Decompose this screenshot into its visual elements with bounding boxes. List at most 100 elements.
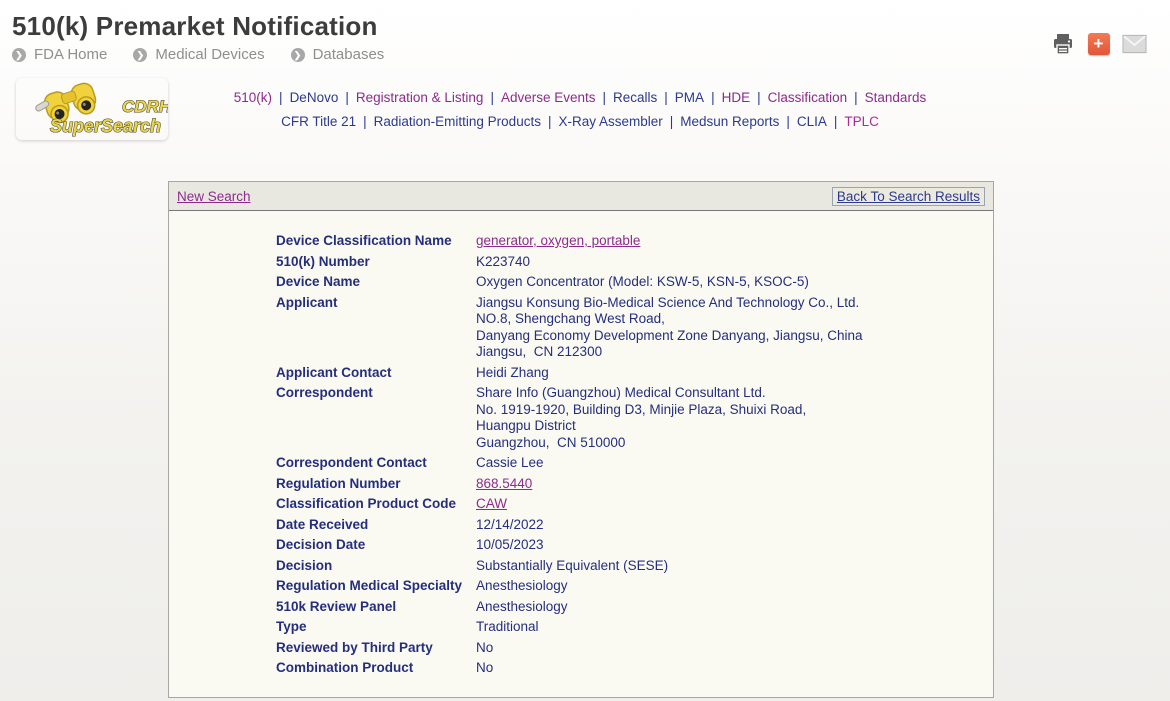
field-value-line: Share Info (Guangzhou) Medical Consultan… bbox=[476, 385, 862, 402]
field-label: Device Classification Name bbox=[276, 231, 476, 252]
nav-link[interactable]: Registration & Listing bbox=[356, 90, 484, 105]
field-label: Correspondent bbox=[276, 383, 476, 453]
nav-separator: | bbox=[847, 90, 865, 105]
nav-link[interactable]: HDE bbox=[722, 90, 751, 105]
breadcrumb-label: Medical Devices bbox=[155, 46, 264, 63]
email-icon[interactable] bbox=[1122, 31, 1147, 56]
nav-link[interactable]: Standards bbox=[865, 90, 927, 105]
field-value-line: Danyang Economy Development Zone Danyang… bbox=[476, 328, 862, 345]
page-title: 510(k) Premarket Notification bbox=[12, 11, 378, 42]
field-value: 10/05/2023 bbox=[476, 535, 862, 556]
nav-link[interactable]: Medsun Reports bbox=[680, 114, 779, 129]
new-search-link[interactable]: New Search bbox=[177, 189, 251, 204]
chevron-circle-icon: ❯ bbox=[12, 48, 26, 62]
field-label: Decision Date bbox=[276, 535, 476, 556]
nav-separator: | bbox=[663, 114, 681, 129]
table-row: Classification Product CodeCAW bbox=[276, 494, 862, 515]
table-row: Reviewed by Third PartyNo bbox=[276, 638, 862, 659]
logo-text-cdrh: CDRH bbox=[122, 97, 168, 116]
table-row: 510(k) NumberK223740 bbox=[276, 252, 862, 273]
nav-link[interactable]: PMA bbox=[675, 90, 704, 105]
print-icon[interactable] bbox=[1050, 31, 1075, 56]
field-value-line: Jiangsu, CN 212300 bbox=[476, 344, 862, 361]
table-row: Regulation Medical SpecialtyAnesthesiolo… bbox=[276, 576, 862, 597]
table-row: Regulation Number868.5440 bbox=[276, 474, 862, 495]
field-value: Jiangsu Konsung Bio-Medical Science And … bbox=[476, 293, 862, 363]
nav-link[interactable]: Recalls bbox=[613, 90, 657, 105]
back-to-search-results-link[interactable]: Back To Search Results bbox=[832, 187, 985, 206]
field-value-line: No. 1919-1920, Building D3, Minjie Plaza… bbox=[476, 402, 862, 419]
field-label: Regulation Medical Specialty bbox=[276, 576, 476, 597]
field-label: 510k Review Panel bbox=[276, 597, 476, 618]
table-row: TypeTraditional bbox=[276, 617, 862, 638]
nav-separator: | bbox=[657, 90, 675, 105]
field-value-link[interactable]: generator, oxygen, portable bbox=[476, 233, 640, 248]
field-value-line: Huangpu District bbox=[476, 418, 862, 435]
nav-link[interactable]: CFR Title 21 bbox=[281, 114, 356, 129]
breadcrumb: ❯ FDA Home ❯ Medical Devices ❯ Databases bbox=[12, 46, 384, 63]
nav-link[interactable]: X-Ray Assembler bbox=[558, 114, 662, 129]
result-toolbar: New Search Back To Search Results bbox=[169, 182, 993, 211]
field-value: K223740 bbox=[476, 252, 862, 273]
breadcrumb-label: Databases bbox=[313, 46, 385, 63]
field-value: Substantially Equivalent (SESE) bbox=[476, 556, 862, 577]
table-row: 510k Review PanelAnesthesiology bbox=[276, 597, 862, 618]
field-value: generator, oxygen, portable bbox=[476, 231, 862, 252]
field-label: Reviewed by Third Party bbox=[276, 638, 476, 659]
field-label: Classification Product Code bbox=[276, 494, 476, 515]
nav-separator: | bbox=[338, 90, 356, 105]
nav-separator: | bbox=[272, 90, 290, 105]
field-label: Regulation Number bbox=[276, 474, 476, 495]
table-row: DecisionSubstantially Equivalent (SESE) bbox=[276, 556, 862, 577]
field-value-link[interactable]: 868.5440 bbox=[476, 476, 532, 491]
nav-row-1: 510(k)|DeNovo|Registration & Listing|Adv… bbox=[180, 86, 980, 110]
table-row: Decision Date10/05/2023 bbox=[276, 535, 862, 556]
device-detail-table: Device Classification Namegenerator, oxy… bbox=[276, 231, 862, 679]
nav-link[interactable]: DeNovo bbox=[290, 90, 339, 105]
field-label: Type bbox=[276, 617, 476, 638]
breadcrumb-item[interactable]: ❯ Medical Devices bbox=[133, 46, 264, 63]
table-row: Correspondent ContactCassie Lee bbox=[276, 453, 862, 474]
plus-icon: + bbox=[1088, 33, 1110, 55]
nav-separator: | bbox=[356, 114, 374, 129]
table-row: Combination ProductNo bbox=[276, 658, 862, 679]
table-row: ApplicantJiangsu Konsung Bio-Medical Sci… bbox=[276, 293, 862, 363]
database-nav: 510(k)|DeNovo|Registration & Listing|Adv… bbox=[180, 86, 980, 134]
field-value: Traditional bbox=[476, 617, 862, 638]
nav-separator: | bbox=[750, 90, 768, 105]
field-value: 868.5440 bbox=[476, 474, 862, 495]
field-value: Heidi Zhang bbox=[476, 363, 862, 384]
nav-separator: | bbox=[704, 90, 722, 105]
field-label: Combination Product bbox=[276, 658, 476, 679]
table-row: Applicant ContactHeidi Zhang bbox=[276, 363, 862, 384]
nav-link[interactable]: Classification bbox=[768, 90, 848, 105]
field-value: Anesthesiology bbox=[476, 576, 862, 597]
nav-separator: | bbox=[483, 90, 501, 105]
cdrh-supersearch-logo[interactable]: CDRH SuperSearch bbox=[16, 78, 168, 140]
share-addthis-icon[interactable]: + bbox=[1086, 31, 1111, 56]
table-row: Device Classification Namegenerator, oxy… bbox=[276, 231, 862, 252]
nav-link[interactable]: CLIA bbox=[797, 114, 827, 129]
field-label: Device Name bbox=[276, 272, 476, 293]
nav-separator: | bbox=[596, 90, 614, 105]
nav-link[interactable]: 510(k) bbox=[234, 90, 272, 105]
nav-link[interactable]: TPLC bbox=[844, 114, 879, 129]
field-value: No bbox=[476, 658, 862, 679]
chevron-circle-icon: ❯ bbox=[133, 48, 147, 62]
field-value-link[interactable]: CAW bbox=[476, 496, 507, 511]
nav-separator: | bbox=[541, 114, 559, 129]
table-row: Date Received12/14/2022 bbox=[276, 515, 862, 536]
breadcrumb-item[interactable]: ❯ Databases bbox=[291, 46, 385, 63]
chevron-circle-icon: ❯ bbox=[291, 48, 305, 62]
field-label: 510(k) Number bbox=[276, 252, 476, 273]
field-value: Anesthesiology bbox=[476, 597, 862, 618]
field-value: Oxygen Concentrator (Model: KSW-5, KSN-5… bbox=[476, 272, 862, 293]
logo-text-supersearch: SuperSearch bbox=[50, 116, 161, 136]
table-row: CorrespondentShare Info (Guangzhou) Medi… bbox=[276, 383, 862, 453]
nav-link[interactable]: Adverse Events bbox=[501, 90, 596, 105]
nav-link[interactable]: Radiation-Emitting Products bbox=[374, 114, 541, 129]
field-label: Applicant Contact bbox=[276, 363, 476, 384]
breadcrumb-item[interactable]: ❯ FDA Home bbox=[12, 46, 107, 63]
nav-row-2: CFR Title 21|Radiation-Emitting Products… bbox=[180, 110, 980, 134]
breadcrumb-label: FDA Home bbox=[34, 46, 107, 63]
